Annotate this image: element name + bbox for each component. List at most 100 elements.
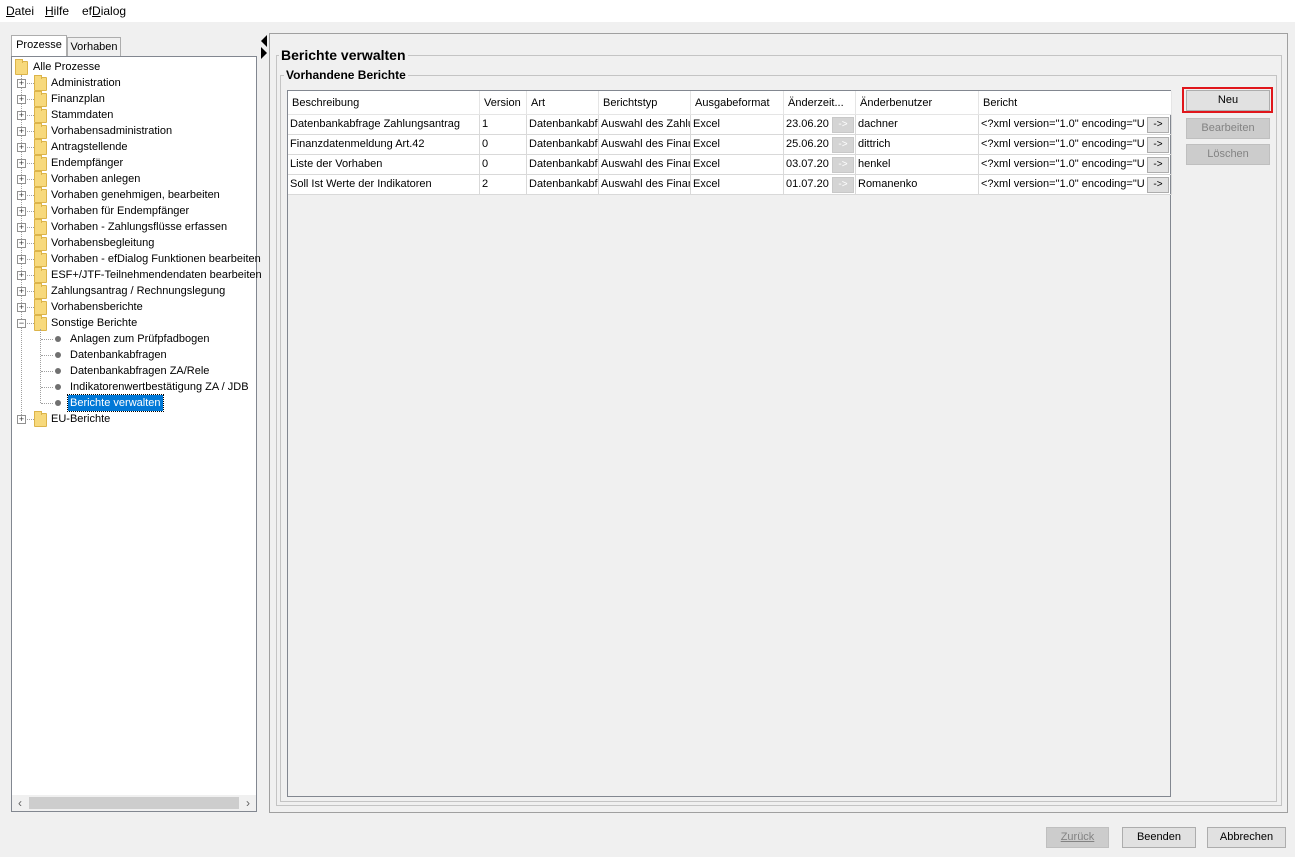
expand-icon[interactable]: + (17, 303, 26, 312)
open-date-button[interactable]: -> (832, 137, 854, 153)
scroll-right-icon[interactable]: › (240, 795, 256, 811)
tree-item[interactable]: + Zahlungsantrag / Rechnungslegung (12, 283, 256, 299)
tree-item[interactable]: + EU-Berichte (12, 411, 256, 427)
col-aenderbenutzer-cell[interactable]: henkel (856, 155, 979, 175)
berichte-table[interactable]: Beschreibung Version Art Berichtstyp Ausgabe… (287, 90, 1172, 797)
zurueck-button[interactable]: Zurück (1046, 827, 1109, 848)
tree-item[interactable]: + Vorhabensberichte (12, 299, 256, 315)
tab-vorhaben[interactable]: Vorhaben (67, 37, 121, 56)
col-ausgabeformat-cell[interactable]: Excel (691, 175, 784, 195)
tree-child-item[interactable]: Indikatorenwertbestätigung ZA / JDB (12, 379, 256, 395)
col-berichtstyp-header[interactable]: Berichtstyp (599, 91, 691, 115)
tree-item[interactable]: + ESF+/JTF-Teilnehmendendaten bearbeiten (12, 267, 262, 283)
col-art-cell[interactable]: Datenbankabfr (527, 155, 599, 175)
col-version-cell[interactable]: 0 (480, 155, 527, 175)
tree-item[interactable]: + Stammdaten (12, 107, 256, 123)
scroll-left-icon[interactable]: ‹ (12, 795, 28, 811)
tree-item[interactable]: + Endempfänger (12, 155, 256, 171)
col-version-cell[interactable]: 2 (480, 175, 527, 195)
col-beschreibung-cell[interactable]: Liste der Vorhaben (288, 155, 480, 175)
tree-item[interactable]: + Vorhaben für Endempfänger (12, 203, 256, 219)
col-art-cell[interactable]: Datenbankabfr (527, 135, 599, 155)
expand-icon[interactable]: + (17, 271, 26, 280)
col-bericht-cell[interactable]: <?xml version="1.0" encoding="U -> (979, 115, 1172, 135)
col-berichtstyp-cell[interactable]: Auswahl des Finan (599, 135, 691, 155)
col-ausgabeformat-cell[interactable]: Excel (691, 135, 784, 155)
open-bericht-button[interactable]: -> (1147, 117, 1169, 133)
tree-item[interactable]: − Sonstige Berichte (12, 315, 256, 331)
expand-icon[interactable]: + (17, 207, 26, 216)
col-beschreibung-cell[interactable]: Finanzdatenmeldung Art.42 (288, 135, 480, 155)
expand-right-icon[interactable] (261, 47, 267, 59)
col-ausgabeformat-header[interactable]: Ausgabeformat (691, 91, 784, 115)
expand-icon[interactable]: + (17, 95, 26, 104)
tree-item[interactable]: + Vorhaben - Zahlungsflüsse erfassen (12, 219, 256, 235)
col-bericht-header[interactable]: Bericht (979, 91, 1172, 115)
col-aenderzeit-header[interactable]: Änderzeit... (784, 91, 856, 115)
col-beschreibung-header[interactable]: Beschreibung (288, 91, 480, 115)
expand-icon[interactable]: + (17, 79, 26, 88)
tree-item[interactable]: + Vorhabensadministration (12, 123, 256, 139)
col-berichtstyp-cell[interactable]: Auswahl des Finan (599, 155, 691, 175)
tree-root[interactable]: Alle Prozesse (12, 59, 252, 75)
table-row[interactable]: Finanzdatenmeldung Art.42 0 Datenbankabfr A… (288, 135, 1172, 155)
beenden-button[interactable]: Beenden (1122, 827, 1196, 848)
col-aenderzeit-cell[interactable]: 03.07.20 -> (784, 155, 856, 175)
open-date-button[interactable]: -> (832, 177, 854, 193)
expand-icon[interactable]: + (17, 415, 26, 424)
col-aenderbenutzer-header[interactable]: Änderbenutzer (856, 91, 979, 115)
collapse-left-icon[interactable] (261, 35, 267, 47)
process-tree[interactable]: Alle Prozesse + Administration + Finanzplan +… (11, 56, 262, 812)
expand-icon[interactable]: + (17, 175, 26, 184)
col-berichtstyp-cell[interactable]: Auswahl des Finan (599, 175, 691, 195)
col-aenderzeit-cell[interactable]: 23.06.20 -> (784, 115, 856, 135)
tree-item[interactable]: + Administration (12, 75, 256, 91)
col-version-cell[interactable]: 1 (480, 115, 527, 135)
open-date-button[interactable]: -> (832, 117, 854, 133)
col-aenderbenutzer-cell[interactable]: dittrich (856, 135, 979, 155)
col-art-cell[interactable]: Datenbankabfr (527, 115, 599, 135)
col-bericht-cell[interactable]: <?xml version="1.0" encoding="U -> (979, 135, 1172, 155)
scroll-thumb[interactable] (29, 797, 239, 809)
menu-efdialog[interactable]: efDialog (82, 4, 126, 18)
tree-item[interactable]: + Finanzplan (12, 91, 256, 107)
col-aenderbenutzer-cell[interactable]: dachner (856, 115, 979, 135)
expand-icon[interactable]: + (17, 223, 26, 232)
expand-icon[interactable]: + (17, 111, 26, 120)
col-beschreibung-cell[interactable]: Datenbankabfrage Zahlungsantrag (288, 115, 480, 135)
collapse-icon[interactable]: − (17, 319, 26, 328)
expand-icon[interactable]: + (17, 287, 26, 296)
loeschen-button[interactable]: Löschen (1186, 144, 1270, 165)
table-row[interactable]: Soll Ist Werte der Indikatoren 2 Datenbank… (288, 175, 1172, 195)
tree-item[interactable]: + Vorhaben genehmigen, bearbeiten (12, 187, 256, 203)
col-ausgabeformat-cell[interactable]: Excel (691, 115, 784, 135)
col-bericht-cell[interactable]: <?xml version="1.0" encoding="U -> (979, 155, 1172, 175)
table-row[interactable]: Datenbankabfrage Zahlungsantrag 1 Datenban… (288, 115, 1172, 135)
expand-icon[interactable]: + (17, 143, 26, 152)
col-aenderbenutzer-cell[interactable]: Romanenko (856, 175, 979, 195)
col-bericht-cell[interactable]: <?xml version="1.0" encoding="U -> (979, 175, 1172, 195)
col-berichtstyp-cell[interactable]: Auswahl des Zahlu (599, 115, 691, 135)
expand-icon[interactable]: + (17, 255, 26, 264)
col-ausgabeformat-cell[interactable]: Excel (691, 155, 784, 175)
open-bericht-button[interactable]: -> (1147, 157, 1169, 173)
open-bericht-button[interactable]: -> (1147, 177, 1169, 193)
col-aenderzeit-cell[interactable]: 25.06.20 -> (784, 135, 856, 155)
table-row[interactable]: Liste der Vorhaben 0 Datenbankabfr Auswahl … (288, 155, 1172, 175)
bearbeiten-button[interactable]: Bearbeiten (1186, 118, 1270, 139)
expand-icon[interactable]: + (17, 239, 26, 248)
expand-icon[interactable]: + (17, 127, 26, 136)
menu-datei[interactable]: Datei (6, 4, 34, 18)
col-version-cell[interactable]: 0 (480, 135, 527, 155)
abbrechen-button[interactable]: Abbrechen (1207, 827, 1286, 848)
col-version-header[interactable]: Version (480, 91, 527, 115)
tree-child-item[interactable]: Berichte verwalten (12, 394, 256, 412)
open-bericht-button[interactable]: -> (1147, 137, 1169, 153)
menu-hilfe[interactable]: Hilfe (45, 4, 69, 18)
tree-item[interactable]: + Vorhaben - efDialog Funktionen bearbeit… (12, 251, 261, 267)
tree-child-item[interactable]: Datenbankabfragen ZA/Rele (12, 363, 256, 379)
tree-item[interactable]: + Vorhaben anlegen (12, 171, 256, 187)
col-aenderzeit-cell[interactable]: 01.07.20 -> (784, 175, 856, 195)
tree-child-item[interactable]: Anlagen zum Prüfpfadbogen (12, 331, 256, 347)
expand-icon[interactable]: + (17, 191, 26, 200)
